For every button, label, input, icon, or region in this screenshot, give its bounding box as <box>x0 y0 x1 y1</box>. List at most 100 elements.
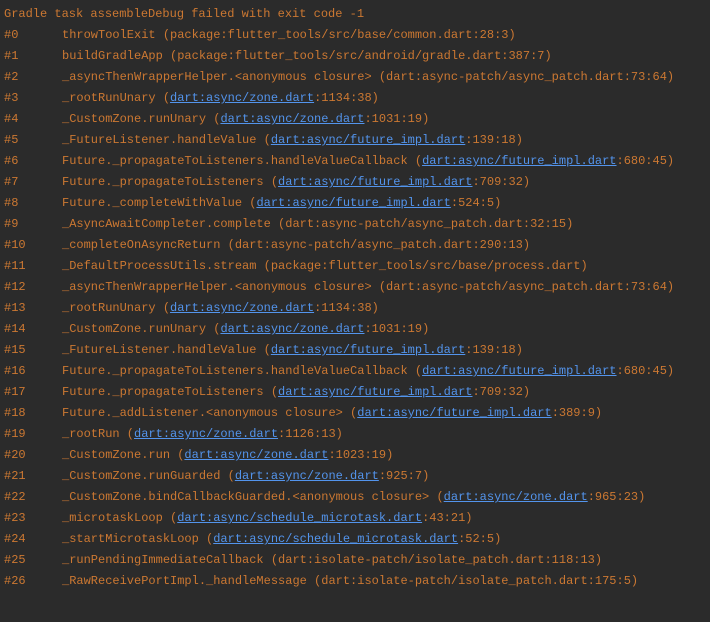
source-link[interactable]: dart:async/zone.dart <box>235 469 379 483</box>
source-link[interactable]: dart:async/zone.dart <box>170 301 314 315</box>
stack-trace: #0throwToolExit (package:flutter_tools/s… <box>4 25 706 592</box>
stack-frame: #21_CustomZone.runGuarded (dart:async/zo… <box>4 466 706 487</box>
source-link[interactable]: dart:async/future_impl.dart <box>278 385 472 399</box>
source-link[interactable]: dart:async/future_impl.dart <box>278 175 472 189</box>
stack-frame: #23_microtaskLoop (dart:async/schedule_m… <box>4 508 706 529</box>
frame-number: #23 <box>4 508 62 529</box>
frame-location: :709:32) <box>472 385 530 399</box>
source-link[interactable]: dart:async/schedule_microtask.dart <box>177 511 422 525</box>
frame-location: :1031:19) <box>364 322 429 336</box>
frame-number: #9 <box>4 214 62 235</box>
frame-location: :524:5) <box>451 196 501 210</box>
stack-frame: #14_CustomZone.runUnary (dart:async/zone… <box>4 319 706 340</box>
frame-number: #16 <box>4 361 62 382</box>
frame-text: _completeOnAsyncReturn (dart:async-patch… <box>62 238 530 252</box>
frame-location: :1134:38) <box>314 91 379 105</box>
source-link[interactable]: dart:async/future_impl.dart <box>422 154 616 168</box>
frame-number: #12 <box>4 277 62 298</box>
frame-location: :1134:38) <box>314 301 379 315</box>
source-link[interactable]: dart:async/schedule_microtask.dart <box>213 532 458 546</box>
stack-frame: #24_startMicrotaskLoop (dart:async/sched… <box>4 529 706 550</box>
frame-text: _rootRunUnary ( <box>62 301 170 315</box>
frame-text: Future._propagateToListeners.handleValue… <box>62 364 422 378</box>
frame-text: _FutureListener.handleValue ( <box>62 343 271 357</box>
frame-location: :680:45) <box>617 364 675 378</box>
console-output: Gradle task assembleDebug failed with ex… <box>4 4 706 592</box>
frame-text: _CustomZone.runUnary ( <box>62 112 220 126</box>
frame-text: _asyncThenWrapperHelper.<anonymous closu… <box>62 280 674 294</box>
frame-location: :1126:13) <box>278 427 343 441</box>
stack-frame: #13_rootRunUnary (dart:async/zone.dart:1… <box>4 298 706 319</box>
frame-number: #11 <box>4 256 62 277</box>
frame-number: #18 <box>4 403 62 424</box>
frame-text: _CustomZone.bindCallbackGuarded.<anonymo… <box>62 490 444 504</box>
source-link[interactable]: dart:async/zone.dart <box>170 91 314 105</box>
frame-location: :52:5) <box>458 532 501 546</box>
source-link[interactable]: dart:async/future_impl.dart <box>357 406 551 420</box>
frame-text: _AsyncAwaitCompleter.complete (dart:asyn… <box>62 217 573 231</box>
source-link[interactable]: dart:async/zone.dart <box>134 427 278 441</box>
frame-number: #8 <box>4 193 62 214</box>
frame-text: Future._propagateToListeners.handleValue… <box>62 154 422 168</box>
frame-number: #13 <box>4 298 62 319</box>
frame-text: _CustomZone.run ( <box>62 448 184 462</box>
stack-frame: #16Future._propagateToListeners.handleVa… <box>4 361 706 382</box>
frame-text: _rootRun ( <box>62 427 134 441</box>
frame-text: _startMicrotaskLoop ( <box>62 532 213 546</box>
frame-location: :925:7) <box>379 469 429 483</box>
frame-number: #3 <box>4 88 62 109</box>
stack-frame: #18Future._addListener.<anonymous closur… <box>4 403 706 424</box>
frame-number: #4 <box>4 109 62 130</box>
stack-frame: #12_asyncThenWrapperHelper.<anonymous cl… <box>4 277 706 298</box>
stack-frame: #4_CustomZone.runUnary (dart:async/zone.… <box>4 109 706 130</box>
stack-frame: #8Future._completeWithValue (dart:async/… <box>4 193 706 214</box>
stack-frame: #9_AsyncAwaitCompleter.complete (dart:as… <box>4 214 706 235</box>
frame-text: Future._propagateToListeners ( <box>62 385 278 399</box>
frame-location: :680:45) <box>617 154 675 168</box>
stack-frame: #10_completeOnAsyncReturn (dart:async-pa… <box>4 235 706 256</box>
source-link[interactable]: dart:async/zone.dart <box>220 322 364 336</box>
frame-text: Future._completeWithValue ( <box>62 196 256 210</box>
frame-number: #26 <box>4 571 62 592</box>
frame-number: #0 <box>4 25 62 46</box>
source-link[interactable]: dart:async/future_impl.dart <box>271 343 465 357</box>
frame-number: #20 <box>4 445 62 466</box>
source-link[interactable]: dart:async/future_impl.dart <box>422 364 616 378</box>
frame-text: _CustomZone.runGuarded ( <box>62 469 235 483</box>
frame-number: #17 <box>4 382 62 403</box>
frame-location: :139:18) <box>465 343 523 357</box>
source-link[interactable]: dart:async/future_impl.dart <box>256 196 450 210</box>
frame-location: :139:18) <box>465 133 523 147</box>
frame-number: #1 <box>4 46 62 67</box>
frame-text: _DefaultProcessUtils.stream (package:flu… <box>62 259 588 273</box>
stack-frame: #5_FutureListener.handleValue (dart:asyn… <box>4 130 706 151</box>
frame-text: _rootRunUnary ( <box>62 91 170 105</box>
stack-frame: #20_CustomZone.run (dart:async/zone.dart… <box>4 445 706 466</box>
stack-frame: #1buildGradleApp (package:flutter_tools/… <box>4 46 706 67</box>
stack-frame: #15_FutureListener.handleValue (dart:asy… <box>4 340 706 361</box>
source-link[interactable]: dart:async/zone.dart <box>184 448 328 462</box>
frame-number: #25 <box>4 550 62 571</box>
frame-text: throwToolExit (package:flutter_tools/src… <box>62 28 516 42</box>
frame-number: #24 <box>4 529 62 550</box>
frame-number: #2 <box>4 67 62 88</box>
frame-location: :389:9) <box>552 406 602 420</box>
frame-text: _FutureListener.handleValue ( <box>62 133 271 147</box>
frame-location: :965:23) <box>588 490 646 504</box>
frame-number: #14 <box>4 319 62 340</box>
frame-number: #22 <box>4 487 62 508</box>
source-link[interactable]: dart:async/future_impl.dart <box>271 133 465 147</box>
source-link[interactable]: dart:async/zone.dart <box>444 490 588 504</box>
source-link[interactable]: dart:async/zone.dart <box>220 112 364 126</box>
error-header: Gradle task assembleDebug failed with ex… <box>4 4 706 25</box>
frame-text: _microtaskLoop ( <box>62 511 177 525</box>
frame-location: :1031:19) <box>364 112 429 126</box>
stack-frame: #19_rootRun (dart:async/zone.dart:1126:1… <box>4 424 706 445</box>
frame-number: #5 <box>4 130 62 151</box>
frame-text: Future._addListener.<anonymous closure> … <box>62 406 357 420</box>
stack-frame: #25_runPendingImmediateCallback (dart:is… <box>4 550 706 571</box>
frame-number: #10 <box>4 235 62 256</box>
stack-frame: #17Future._propagateToListeners (dart:as… <box>4 382 706 403</box>
stack-frame: #22_CustomZone.bindCallbackGuarded.<anon… <box>4 487 706 508</box>
frame-number: #15 <box>4 340 62 361</box>
